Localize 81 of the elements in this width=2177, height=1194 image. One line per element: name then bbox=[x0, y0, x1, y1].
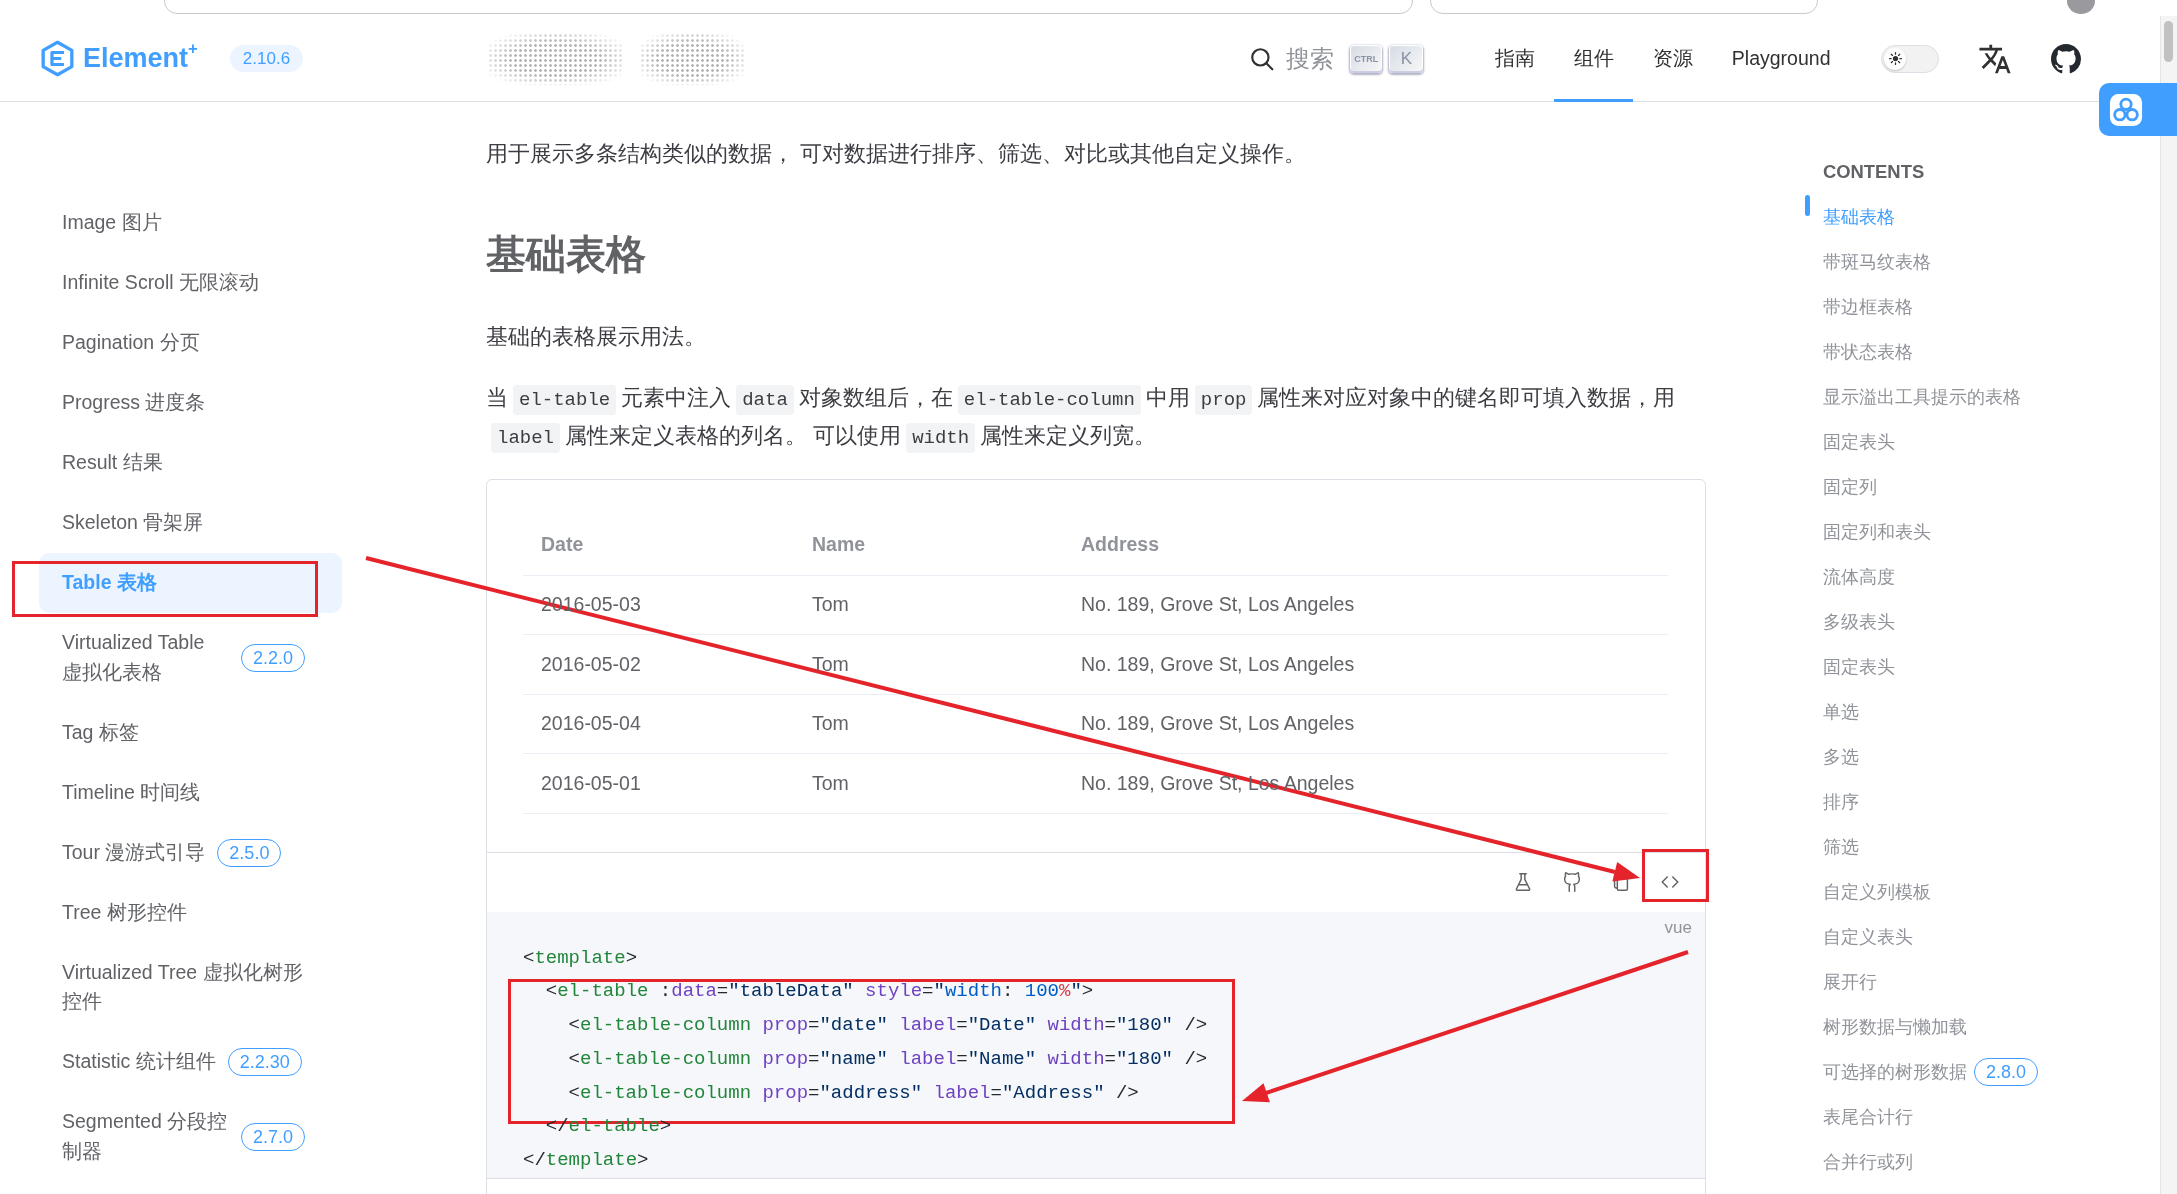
active-marker bbox=[1805, 194, 1810, 216]
section-heading: 基础表格 bbox=[486, 231, 647, 278]
sidebar-item[interactable]: Tree 树形控件 bbox=[39, 882, 342, 943]
nav-link[interactable]: Playground bbox=[1712, 16, 1850, 102]
sidebar-item[interactable]: Image 图片 bbox=[39, 193, 342, 253]
nav-link[interactable]: 资源 bbox=[1633, 16, 1713, 102]
table-cell: 2016-05-04 bbox=[523, 694, 794, 754]
table-cell: Tom bbox=[794, 753, 1063, 813]
intro-text: 用于展示多条结构类似的数据， 可对数据进行排序、筛选、对比或其他自定义操作。 bbox=[486, 140, 1308, 168]
toc-link[interactable]: 带斑马纹表格 bbox=[1823, 248, 1931, 276]
code-line: <el-table :data="tableData" style="width: 100%"> bbox=[544, 979, 1094, 1005]
table-cell: 2016-05-02 bbox=[523, 634, 794, 694]
toc-link[interactable]: 表尾合计行 bbox=[1823, 1103, 1913, 1131]
github-icon[interactable] bbox=[2051, 43, 2081, 74]
table-cell: Tom bbox=[794, 694, 1063, 754]
toc-link[interactable]: 树形数据与懒加载 bbox=[1823, 1013, 1967, 1041]
floating-action-button[interactable] bbox=[2099, 83, 2177, 136]
search-icon bbox=[1249, 45, 1276, 72]
shortcut-key: K bbox=[1389, 44, 1424, 73]
version-badge: 2.10.6 bbox=[229, 45, 304, 72]
sidebar-item[interactable]: Tag 标签 bbox=[39, 702, 342, 763]
column-header: Date bbox=[523, 514, 794, 575]
toc-link[interactable]: 带边框表格 bbox=[1823, 293, 1913, 321]
sidebar-item[interactable]: Table 表格 bbox=[39, 553, 342, 613]
toc-link[interactable]: 固定表头 bbox=[1823, 428, 1895, 456]
sidebar-item[interactable]: Pagination 分页 bbox=[39, 313, 342, 373]
table-cell: Tom bbox=[794, 634, 1063, 694]
sidebar-item[interactable]: Segmented 分段控制器 2.7.0 bbox=[39, 1092, 342, 1182]
table-cell: No. 189, Grove St, Los Angeles bbox=[1063, 575, 1668, 635]
description-text: 当 el-table 元素中注入 data 对象数组后，在 el-table-column 中用 prop 属性来对应对象中的键名即可填入数据，用 label 属性来定义表格的列名。 可以使用 width 属性来定义列宽。 bbox=[486, 379, 1706, 454]
column-header: Address bbox=[1063, 514, 1668, 575]
hexagon-logo-icon[interactable] bbox=[39, 40, 76, 77]
toc-link[interactable]: 自定义列模板 bbox=[1823, 878, 1931, 906]
language-label: vue bbox=[1664, 916, 1692, 939]
code-line: </template> bbox=[523, 1148, 649, 1174]
nav-link[interactable]: 组件 bbox=[1554, 16, 1634, 102]
column-header: Name bbox=[794, 514, 1063, 575]
toc-heading: CONTENTS bbox=[1823, 160, 1925, 184]
toc-link[interactable]: 固定列 bbox=[1823, 473, 1877, 501]
toc-link[interactable]: 展开行 bbox=[1823, 968, 1877, 996]
toc-link[interactable]: 筛选 bbox=[1823, 833, 1859, 861]
code-line: <el-table-column prop="date" label="Date" width="180" /> bbox=[567, 1013, 1208, 1039]
sidebar-item[interactable]: Skeleton 骨架屏 bbox=[39, 493, 342, 553]
theme-switch[interactable] bbox=[1881, 44, 1939, 73]
toc-link[interactable]: 带状态表格 bbox=[1823, 338, 1913, 366]
toc-link[interactable]: 显示溢出工具提示的表格 bbox=[1823, 383, 2021, 411]
toc-link[interactable]: 固定表头 bbox=[1823, 653, 1895, 681]
table-cell: No. 189, Grove St, Los Angeles bbox=[1063, 634, 1668, 694]
toc-link[interactable]: 固定列和表头 bbox=[1823, 518, 1931, 546]
toc-link[interactable]: 多级表头 bbox=[1823, 608, 1895, 636]
lead-text: 基础的表格展示用法。 bbox=[486, 322, 707, 351]
search-button[interactable]: 搜索 CTRL K bbox=[1249, 43, 1424, 74]
sidebar-item[interactable]: Result 结果 bbox=[39, 433, 342, 493]
sidebar-item[interactable]: Virtualized Tree 虚拟化树形控件 bbox=[39, 942, 342, 1032]
toc-link[interactable]: 排序 bbox=[1823, 788, 1859, 816]
toc-link[interactable]: 合并行或列 bbox=[1823, 1148, 1913, 1176]
logo-text[interactable]: Element$^{+}$ bbox=[83, 45, 198, 72]
shortcut-key: CTRL bbox=[1350, 44, 1383, 73]
sidebar-item[interactable]: Tour 漫游式引导 2.5.0 bbox=[39, 822, 342, 883]
sidebar-item[interactable]: Statistic 统计组件 2.2.30 bbox=[39, 1032, 342, 1092]
sidebar-item[interactable]: Virtualized Table 虚拟化表格 2.2.0 bbox=[39, 613, 342, 703]
table-cell: No. 189, Grove St, Los Angeles bbox=[1063, 694, 1668, 754]
github-icon[interactable] bbox=[1561, 871, 1583, 893]
scrollbar-thumb[interactable] bbox=[2164, 21, 2173, 62]
table-cell: Tom bbox=[794, 575, 1063, 635]
toc-link[interactable]: 可选择的树形数据 2.8.0 bbox=[1823, 1058, 2039, 1086]
sun-icon bbox=[1884, 47, 1906, 70]
code-line: <el-table-column prop="name" label="Name" width="180" /> bbox=[567, 1046, 1208, 1072]
toc-link[interactable]: 基础表格 bbox=[1823, 203, 1895, 231]
toc-link[interactable]: 流体高度 bbox=[1823, 563, 1895, 591]
sidebar-item[interactable]: Progress 进度条 bbox=[39, 373, 342, 433]
linked-circles-icon bbox=[2109, 92, 2143, 127]
sidebar-item[interactable]: Timeline 时间线 bbox=[39, 762, 342, 823]
toc-link[interactable]: 多选 bbox=[1823, 743, 1859, 771]
toc-link[interactable]: 单选 bbox=[1823, 698, 1859, 726]
table-cell: 2016-05-01 bbox=[523, 753, 794, 813]
nav-link[interactable]: 指南 bbox=[1475, 16, 1555, 102]
code-line: <el-table-column prop="address" label="Address" /> bbox=[567, 1080, 1139, 1106]
sidebar-item[interactable]: Infinite Scroll 无限滚动 bbox=[39, 253, 342, 313]
toc-link[interactable]: 自定义表头 bbox=[1823, 923, 1913, 951]
code-line: <template> bbox=[523, 945, 638, 971]
